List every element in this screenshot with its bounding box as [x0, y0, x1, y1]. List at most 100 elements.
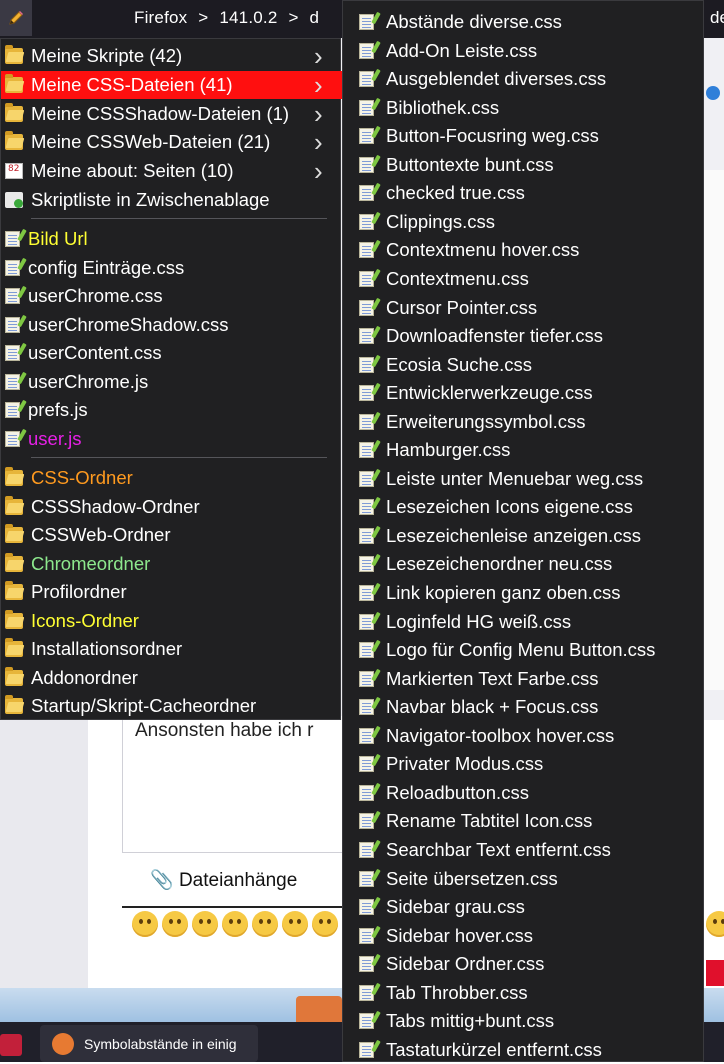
- submenu-item[interactable]: Bibliothek.css: [343, 94, 705, 122]
- smiley-icon[interactable]: [162, 911, 188, 937]
- submenu-item[interactable]: Navigator-toolbox hover.css: [343, 722, 705, 750]
- submenu-item[interactable]: Logo für Config Menu Button.css: [343, 636, 705, 664]
- submenu-item[interactable]: Searchbar Text entfernt.css: [343, 836, 705, 864]
- submenu-item[interactable]: Buttontexte bunt.css: [343, 151, 705, 179]
- menu-item[interactable]: config Einträge.css: [1, 254, 342, 282]
- menu-item[interactable]: Chromeordner: [1, 550, 342, 578]
- submenu-item[interactable]: Seite übersetzen.css: [343, 865, 705, 893]
- submenu-item[interactable]: Link kopieren ganz oben.css: [343, 579, 705, 607]
- folder-icon: [5, 695, 23, 714]
- smiley-icon[interactable]: [132, 911, 158, 937]
- toolbar-text-fragment: de: [710, 8, 724, 27]
- submenu-item-label: Navigator-toolbox hover.css: [386, 725, 615, 746]
- css-file-icon: [359, 328, 374, 344]
- smiley-icon[interactable]: [282, 911, 308, 937]
- pencil-menu-button[interactable]: [0, 0, 32, 36]
- menu-item[interactable]: Meine CSSShadow-Dateien (1) ›: [1, 100, 342, 128]
- submenu-item[interactable]: Ausgeblendet diverses.css: [343, 65, 705, 93]
- chevron-right-icon: ›: [314, 41, 323, 71]
- smiley-icon[interactable]: [312, 911, 338, 937]
- menu-item-label: CSSWeb-Ordner: [31, 524, 171, 545]
- breadcrumb-part: Firefox: [134, 8, 188, 27]
- menu-item-label: userChrome.js: [28, 371, 149, 392]
- submenu-item-label: Sidebar Ordner.css: [386, 953, 545, 974]
- submenu-item[interactable]: Button-Focusring weg.css: [343, 122, 705, 150]
- submit-button[interactable]: [706, 960, 724, 986]
- menu-item[interactable]: Icons-Ordner: [1, 607, 342, 635]
- submenu-item[interactable]: Sidebar hover.css: [343, 922, 705, 950]
- smiley-icon[interactable]: [252, 911, 278, 937]
- css-file-icon: [359, 728, 374, 744]
- smiley-icon[interactable]: [222, 911, 248, 937]
- submenu-item[interactable]: Lesezeichenordner neu.css: [343, 550, 705, 578]
- menu-item[interactable]: userChrome.js: [1, 368, 342, 396]
- css-file-icon: [359, 1013, 374, 1029]
- taskbar-app-icon[interactable]: [0, 1034, 22, 1056]
- submenu-item[interactable]: Markierten Text Farbe.css: [343, 665, 705, 693]
- menu-item[interactable]: Bild Url: [1, 225, 342, 253]
- extension-icon[interactable]: [706, 86, 720, 100]
- submenu-item[interactable]: Sidebar Ordner.css: [343, 950, 705, 978]
- submenu-item-label: Sidebar grau.css: [386, 896, 525, 917]
- submenu-item-label: Ausgeblendet diverses.css: [386, 68, 607, 89]
- taskbar-firefox-window[interactable]: Symbolabstände in einig: [40, 1025, 258, 1062]
- submenu-item-label: Rename Tabtitel Icon.css: [386, 810, 593, 831]
- attachments-tab[interactable]: 📎 Dateianhänge: [150, 868, 297, 892]
- submenu-item[interactable]: Contextmenu.css: [343, 265, 705, 293]
- submenu-item[interactable]: Erweiterungssymbol.css: [343, 408, 705, 436]
- menu-item[interactable]: prefs.js: [1, 396, 342, 424]
- submenu-item[interactable]: Lesezeichen Icons eigene.css: [343, 493, 705, 521]
- submenu-item[interactable]: Cursor Pointer.css: [343, 294, 705, 322]
- menu-item[interactable]: CSSShadow-Ordner: [1, 493, 342, 521]
- menu-item[interactable]: CSSWeb-Ordner: [1, 521, 342, 549]
- submenu-item[interactable]: Contextmenu hover.css: [343, 236, 705, 264]
- css-file-icon: [359, 214, 374, 230]
- submenu-item[interactable]: Navbar black + Focus.css: [343, 693, 705, 721]
- submenu-item-label: Lesezeichenordner neu.css: [386, 553, 613, 574]
- css-file-icon: [359, 471, 374, 487]
- menu-item[interactable]: user.js: [1, 425, 342, 453]
- submenu-item[interactable]: Tab Throbber.css: [343, 979, 705, 1007]
- menu-item[interactable]: CSS-Ordner: [1, 464, 342, 492]
- submenu-item[interactable]: Loginfeld HG weiß.css: [343, 608, 705, 636]
- submenu-item[interactable]: Clippings.css: [343, 208, 705, 236]
- menu-item[interactable]: Addonordner: [1, 664, 342, 692]
- menu-item[interactable]: userChrome.css: [1, 282, 342, 310]
- menu-item-label: userContent.css: [28, 342, 162, 363]
- css-file-icon: [359, 528, 374, 544]
- menu-item[interactable]: userChromeShadow.css: [1, 311, 342, 339]
- submenu-item[interactable]: Downloadfenster tiefer.css: [343, 322, 705, 350]
- submenu-item[interactable]: Sidebar grau.css: [343, 893, 705, 921]
- breadcrumb-part: d: [309, 8, 320, 27]
- menu-item[interactable]: Meine Skripte (42) ›: [1, 42, 342, 70]
- menu-item[interactable]: Startup/Skript-Cacheordner: [1, 692, 342, 720]
- css-file-icon: [359, 242, 374, 258]
- css-file-icon: [359, 100, 374, 116]
- submenu-item[interactable]: Ecosia Suche.css: [343, 351, 705, 379]
- submenu-item[interactable]: Privater Modus.css: [343, 750, 705, 778]
- menu-item[interactable]: Meine about: Seiten (10) ›: [1, 157, 342, 185]
- submenu-item[interactable]: Entwicklerwerkzeuge.css: [343, 379, 705, 407]
- submenu-item-label: Loginfeld HG weiß.css: [386, 611, 572, 632]
- menu-item[interactable]: Profilordner: [1, 578, 342, 606]
- menu-item[interactable]: Meine CSSWeb-Dateien (21) ›: [1, 128, 342, 156]
- menu-item[interactable]: userContent.css: [1, 339, 342, 367]
- submenu-item[interactable]: Add-On Leiste.css: [343, 37, 705, 65]
- submenu-item[interactable]: Leiste unter Menuebar weg.css: [343, 465, 705, 493]
- css-file-icon: [359, 899, 374, 915]
- submenu-item[interactable]: Hamburger.css: [343, 436, 705, 464]
- menu-item[interactable]: Skriptliste in Zwischenablage: [1, 186, 342, 214]
- submenu-item[interactable]: Lesezeichenleise anzeigen.css: [343, 522, 705, 550]
- submenu-item[interactable]: Reloadbutton.css: [343, 779, 705, 807]
- submenu-item[interactable]: Rename Tabtitel Icon.css: [343, 807, 705, 835]
- attachments-label: Dateianhänge: [178, 870, 298, 891]
- submenu-item[interactable]: Abstände diverse.css: [343, 8, 705, 36]
- menu-item[interactable]: Meine CSS-Dateien (41) ›: [1, 71, 342, 99]
- submenu-item[interactable]: Tastaturkürzel entfernt.css: [343, 1036, 705, 1064]
- submenu-item[interactable]: checked true.css: [343, 179, 705, 207]
- submenu-item[interactable]: Tabs mittig+bunt.css: [343, 1007, 705, 1035]
- menu-item-label: Icons-Ordner: [31, 610, 139, 631]
- submenu-item-label: Downloadfenster tiefer.css: [386, 325, 603, 346]
- menu-item[interactable]: Installationsordner: [1, 635, 342, 663]
- smiley-icon[interactable]: [192, 911, 218, 937]
